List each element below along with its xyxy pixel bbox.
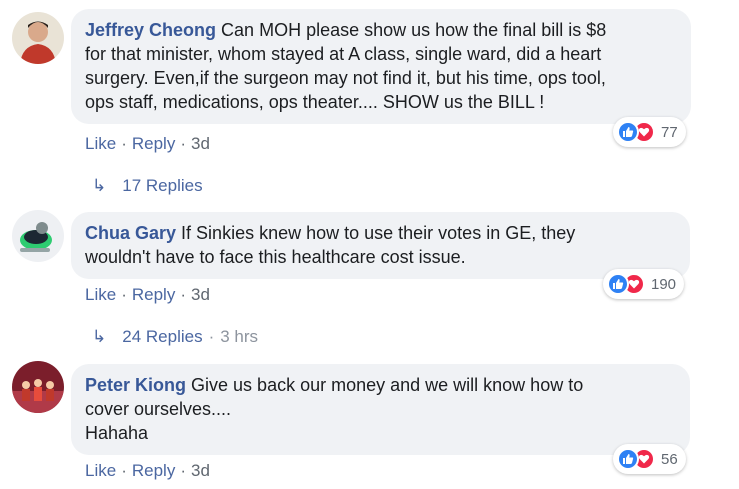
- comment-actions: Like · Reply · 3d: [85, 461, 210, 481]
- separator: ·: [121, 285, 127, 304]
- comment-timestamp[interactable]: 3d: [191, 285, 210, 304]
- view-replies-link[interactable]: ↳ 17 Replies: [92, 176, 203, 196]
- reaction-count: 77: [661, 123, 678, 141]
- separator: ·: [180, 285, 186, 304]
- replies-count[interactable]: 24 Replies: [122, 327, 202, 347]
- like-button[interactable]: Like: [85, 285, 116, 304]
- replies-timestamp: 3 hrs: [220, 327, 259, 346]
- like-button[interactable]: Like: [85, 134, 116, 153]
- reaction-count: 190: [651, 275, 677, 293]
- view-replies-link[interactable]: ↳ 24 Replies · 3 hrs: [92, 327, 258, 347]
- reply-button[interactable]: Reply: [132, 461, 175, 480]
- reply-arrow-icon: ↳: [92, 176, 107, 195]
- reply-button[interactable]: Reply: [132, 285, 175, 304]
- reaction-summary[interactable]: 56: [613, 444, 686, 474]
- separator: ·: [180, 134, 186, 153]
- comment-author[interactable]: Peter Kiong: [85, 375, 186, 395]
- comment-bubble: Peter Kiong Give us back our money and w…: [71, 364, 690, 455]
- comment-author[interactable]: Jeffrey Cheong: [85, 20, 216, 40]
- separator: ·: [208, 327, 215, 346]
- separator: ·: [121, 134, 127, 153]
- replies-count[interactable]: 17 Replies: [122, 176, 202, 196]
- reply-button[interactable]: Reply: [132, 134, 175, 153]
- comment-actions: Like · Reply · 3d: [85, 285, 210, 305]
- reaction-summary[interactable]: 190: [603, 269, 685, 299]
- comment-bubble: Jeffrey Cheong Can MOH please show us ho…: [71, 9, 691, 124]
- comment-timestamp[interactable]: 3d: [191, 134, 210, 153]
- separator: ·: [121, 461, 127, 480]
- reply-arrow-icon: ↳: [92, 327, 107, 346]
- comment-bubble: Chua Gary If Sinkies knew how to use the…: [71, 212, 690, 279]
- comment-actions: Like · Reply · 3d: [85, 134, 210, 154]
- avatar[interactable]: [12, 210, 64, 262]
- like-button[interactable]: Like: [85, 461, 116, 480]
- reaction-count: 56: [661, 450, 678, 468]
- comment-author[interactable]: Chua Gary: [85, 223, 176, 243]
- like-icon: [607, 273, 629, 295]
- like-icon: [617, 121, 639, 143]
- avatar[interactable]: [12, 361, 64, 413]
- like-icon: [617, 448, 639, 470]
- avatar[interactable]: [12, 12, 64, 64]
- reaction-summary[interactable]: 77: [613, 117, 686, 147]
- separator: ·: [180, 461, 186, 480]
- comment-timestamp[interactable]: 3d: [191, 461, 210, 480]
